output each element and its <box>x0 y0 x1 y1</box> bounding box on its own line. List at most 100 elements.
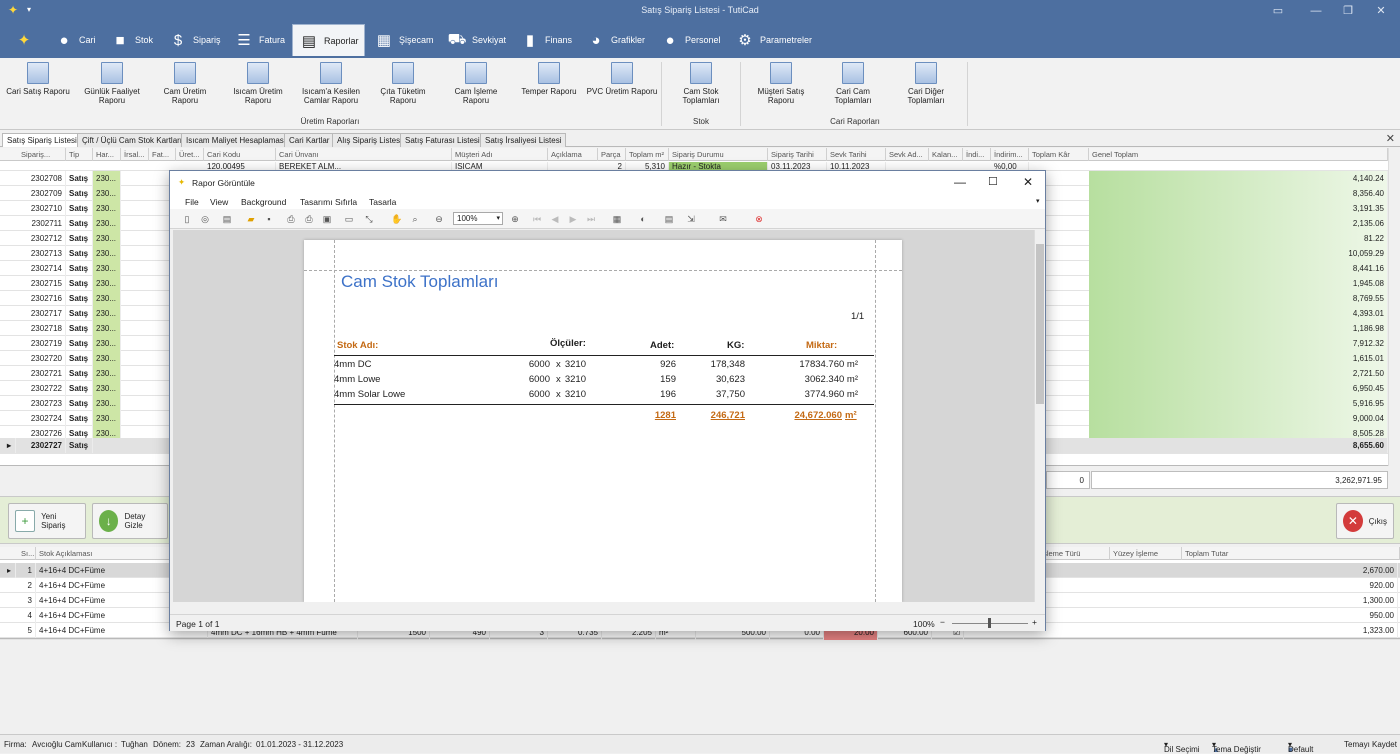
isicam-uretim-raporu-button[interactable]: Isıcam Üretim Raporu <box>224 62 292 105</box>
tab-satis-siparis-listesi[interactable]: Satış Sipariş Listesi <box>2 133 82 147</box>
cita-tuketim-raporu-button[interactable]: Çıta Tüketim Raporu <box>372 62 434 105</box>
minimize-icon[interactable]: — <box>1305 3 1327 19</box>
customize-icon[interactable]: ▤ <box>220 212 234 226</box>
save-theme-button[interactable]: Temayı Kaydet <box>1344 740 1397 749</box>
col-header[interactable]: Açıklama <box>548 148 598 161</box>
menu-overflow-icon[interactable]: ▾ <box>1036 197 1040 205</box>
cam-stok-toplamlari-button[interactable]: Cam Stok Toplamları <box>670 62 732 105</box>
col-header[interactable]: İndirim... <box>991 148 1029 161</box>
col-header[interactable]: Üret... <box>176 148 204 161</box>
col-header[interactable]: Sipariş Tarihi <box>768 148 827 161</box>
nav-siparis[interactable]: $ Sipariş <box>162 24 226 56</box>
col-header[interactable]: Genel Toplam <box>1089 148 1388 161</box>
zoom-in-icon[interactable]: ⊕ <box>508 212 522 226</box>
col-header[interactable]: Parça <box>598 148 626 161</box>
open-icon[interactable]: ▰ <box>244 212 258 226</box>
cari-satis-raporu-button[interactable]: Cari Satış Raporu <box>4 62 72 96</box>
col-header[interactable]: Tip <box>66 148 93 161</box>
prev-page-icon[interactable]: ◀ <box>548 212 562 226</box>
col-header[interactable]: Sevk Tarihi <box>827 148 886 161</box>
menu-background[interactable]: Background <box>241 197 286 207</box>
cam-uretim-raporu-button[interactable]: Cam Üretim Raporu <box>152 62 218 105</box>
watermark-icon[interactable]: ▤ <box>662 212 676 226</box>
col-header[interactable]: Har... <box>93 148 121 161</box>
dialog-maximize-icon[interactable]: ☐ <box>988 175 998 188</box>
hide-detail-button[interactable]: ↓ Detay Gizle <box>92 503 168 539</box>
header-footer-icon[interactable]: ▭ <box>342 212 356 226</box>
cari-diger-toplamlari-button[interactable]: Cari Diğer Toplamları <box>894 62 958 105</box>
pvc-uretim-raporu-button[interactable]: PVC Üretim Raporu <box>586 62 658 96</box>
grid-scrollbar[interactable] <box>1388 148 1400 466</box>
first-page-icon[interactable]: ⏮ <box>530 212 544 226</box>
nav-finans[interactable]: ▮ Finans <box>514 24 577 56</box>
col-header[interactable]: Sipariş Durumu <box>669 148 768 161</box>
nav-cari[interactable]: ● Cari <box>48 24 101 56</box>
col-header[interactable]: Müşteri Adı <box>452 148 548 161</box>
new-order-button[interactable]: + Yeni Sipariş <box>8 503 86 539</box>
language-select[interactable]: Dil Seçimi ▾ <box>1164 740 1200 754</box>
zoom-slider-thumb[interactable] <box>988 618 991 628</box>
nav-sisecam[interactable]: ▦ Şişecam <box>368 24 439 56</box>
nav-grafikler[interactable]: ◕ Grafikler <box>580 24 650 56</box>
gunluk-faaliyet-raporu-button[interactable]: Günlük Faaliyet Raporu <box>78 62 146 105</box>
theme-change-button[interactable]: ▲ Tema Değiştir ▾ <box>1212 740 1261 754</box>
col-header[interactable]: Fat... <box>149 148 176 161</box>
nav-personel[interactable]: ● Personel <box>654 24 726 56</box>
exit-button[interactable]: ✕ Çıkış <box>1336 503 1394 539</box>
menu-reset-design[interactable]: Tasarımı Sıfırla <box>300 197 357 207</box>
email-icon[interactable]: ✉ <box>716 212 730 226</box>
isicam-kesilen-camlar-button[interactable]: Isıcam'a Kesilen Camlar Raporu <box>298 62 364 105</box>
col-header[interactable]: Sı... <box>18 547 36 560</box>
viewport-vscroll[interactable] <box>1034 230 1045 602</box>
magnifier-icon[interactable]: ⌕ <box>408 212 422 226</box>
menu-view[interactable]: View <box>210 197 228 207</box>
col-header[interactable]: İrsal... <box>121 148 149 161</box>
musteri-satis-raporu-button[interactable]: Müşteri Satış Raporu <box>750 62 812 105</box>
sidebar-toggle-icon[interactable]: ▯ <box>180 212 194 226</box>
nav-sevkiyat[interactable]: ⛟ Sevkiyat <box>441 24 511 56</box>
next-page-icon[interactable]: ▶ <box>566 212 580 226</box>
tab-cift-uclu-cam-stok[interactable]: Çift / Üçlü Cam Stok Kartları <box>77 133 188 147</box>
close-tab-icon[interactable]: ✕ <box>1386 132 1395 145</box>
tab-alis-siparis-listesi[interactable]: Alış Sipariş Listesi <box>332 133 407 147</box>
menu-file[interactable]: File <box>185 197 199 207</box>
nav-fatura[interactable]: ☰ Fatura <box>228 24 290 56</box>
nav-stok[interactable]: ■ Stok <box>104 24 158 56</box>
close-preview-icon[interactable]: ⊗ <box>752 212 766 226</box>
hand-tool-icon[interactable]: ✋ <box>390 212 404 226</box>
save-icon[interactable]: ▪ <box>262 212 276 226</box>
col-header[interactable]: İşleme Türü <box>1038 547 1110 560</box>
scale-icon[interactable]: ⤡ <box>362 212 376 226</box>
nav-raporlar[interactable]: ▤ Raporlar <box>292 24 365 56</box>
print-icon[interactable]: ⎙ <box>284 212 298 226</box>
nav-parametreler[interactable]: ⚙ Parametreler <box>729 24 817 56</box>
col-header[interactable]: Cari Kodu <box>204 148 276 161</box>
col-header[interactable]: Yüzey İşleme <box>1110 547 1182 560</box>
dialog-close-icon[interactable]: ✕ <box>1023 175 1033 189</box>
default-theme-select[interactable]: ■ Default ▾ <box>1288 740 1313 754</box>
multiple-pages-icon[interactable]: ▦ <box>610 212 624 226</box>
quick-print-icon[interactable]: ⎙ <box>302 212 316 226</box>
dialog-minimize-icon[interactable]: — <box>954 175 966 189</box>
maximize-icon[interactable]: ❐ <box>1337 3 1359 19</box>
report-viewport[interactable]: Cam Stok Toplamları 1/1 Stok Adı: Ölçüle… <box>173 230 1035 602</box>
col-header[interactable]: Toplam Tutar <box>1182 547 1400 560</box>
zoom-in-icon[interactable]: + <box>1032 617 1037 627</box>
tab-satis-faturasi-listesi[interactable]: Satış Faturası Listesi <box>400 133 485 147</box>
close-icon[interactable]: ✕ <box>1370 3 1392 19</box>
col-header[interactable]: Sevk Ad... <box>886 148 929 161</box>
col-header[interactable]: Toplam m² <box>626 148 669 161</box>
find-icon[interactable]: ◎ <box>198 212 212 226</box>
col-header[interactable]: Toplam Kâr <box>1029 148 1089 161</box>
col-header[interactable]: Kalan... <box>929 148 963 161</box>
tab-satis-irsaliyesi-listesi[interactable]: Satış İrsaliyesi Listesi <box>480 133 567 147</box>
home-logo-icon[interactable]: ✦ <box>8 24 40 56</box>
zoom-out-icon[interactable]: ⊖ <box>432 212 446 226</box>
page-setup-icon[interactable]: ▣ <box>320 212 334 226</box>
cari-cam-toplamlari-button[interactable]: Cari Cam Toplamları <box>822 62 884 105</box>
restore-ribbon-icon[interactable]: ▭ <box>1267 3 1289 19</box>
col-header[interactable]: Sipariş... <box>18 148 66 161</box>
menu-design[interactable]: Tasarla <box>369 197 396 207</box>
tab-cari-kartlar[interactable]: Cari Kartlar <box>284 133 335 147</box>
temper-raporu-button[interactable]: Temper Raporu <box>516 62 582 96</box>
